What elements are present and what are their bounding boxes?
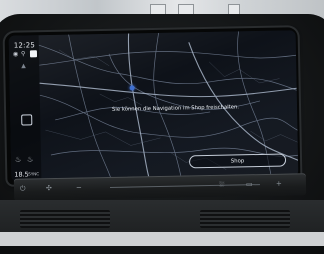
temperature-value[interactable]: 18.5 [14,170,29,178]
power-icon[interactable]: ⏻ [20,185,26,194]
temperature-minus-icon[interactable]: − [76,184,82,192]
air-vent-right [200,210,290,228]
seat-heating-icon[interactable]: ♨ [15,156,21,164]
mute-icon: ▲ [21,62,26,70]
notification-tile[interactable] [29,50,38,58]
home-tile-icon[interactable] [21,114,33,126]
shop-button[interactable]: Shop [188,153,287,169]
rear-defrost-icon[interactable]: ▭ [246,180,253,188]
temperature-slider[interactable] [109,184,260,188]
car-interior-photo: 12:25 ◉ ⚲ ▲ ♨ ♨ 18.5 SYNC Sie können die… [0,0,324,254]
defrost-icon[interactable]: ⛆ [219,181,225,190]
fan-icon[interactable]: ✣ [46,184,52,192]
infotainment-screen: 12:25 ◉ ⚲ ▲ ♨ ♨ 18.5 SYNC Sie können die… [8,30,299,182]
wifi-icon: ⚲ [20,50,26,58]
photo-bottom-edge [0,232,324,246]
seat-heating-passenger-icon[interactable]: ♨ [27,155,33,163]
temperature-plus-icon[interactable]: + [276,180,282,188]
signal-icon: ◉ [12,50,19,58]
clock: 12:25 [13,41,36,50]
air-vent-left [20,210,110,228]
sync-label[interactable]: SYNC [28,171,39,176]
map-poi-marker[interactable] [129,85,135,91]
